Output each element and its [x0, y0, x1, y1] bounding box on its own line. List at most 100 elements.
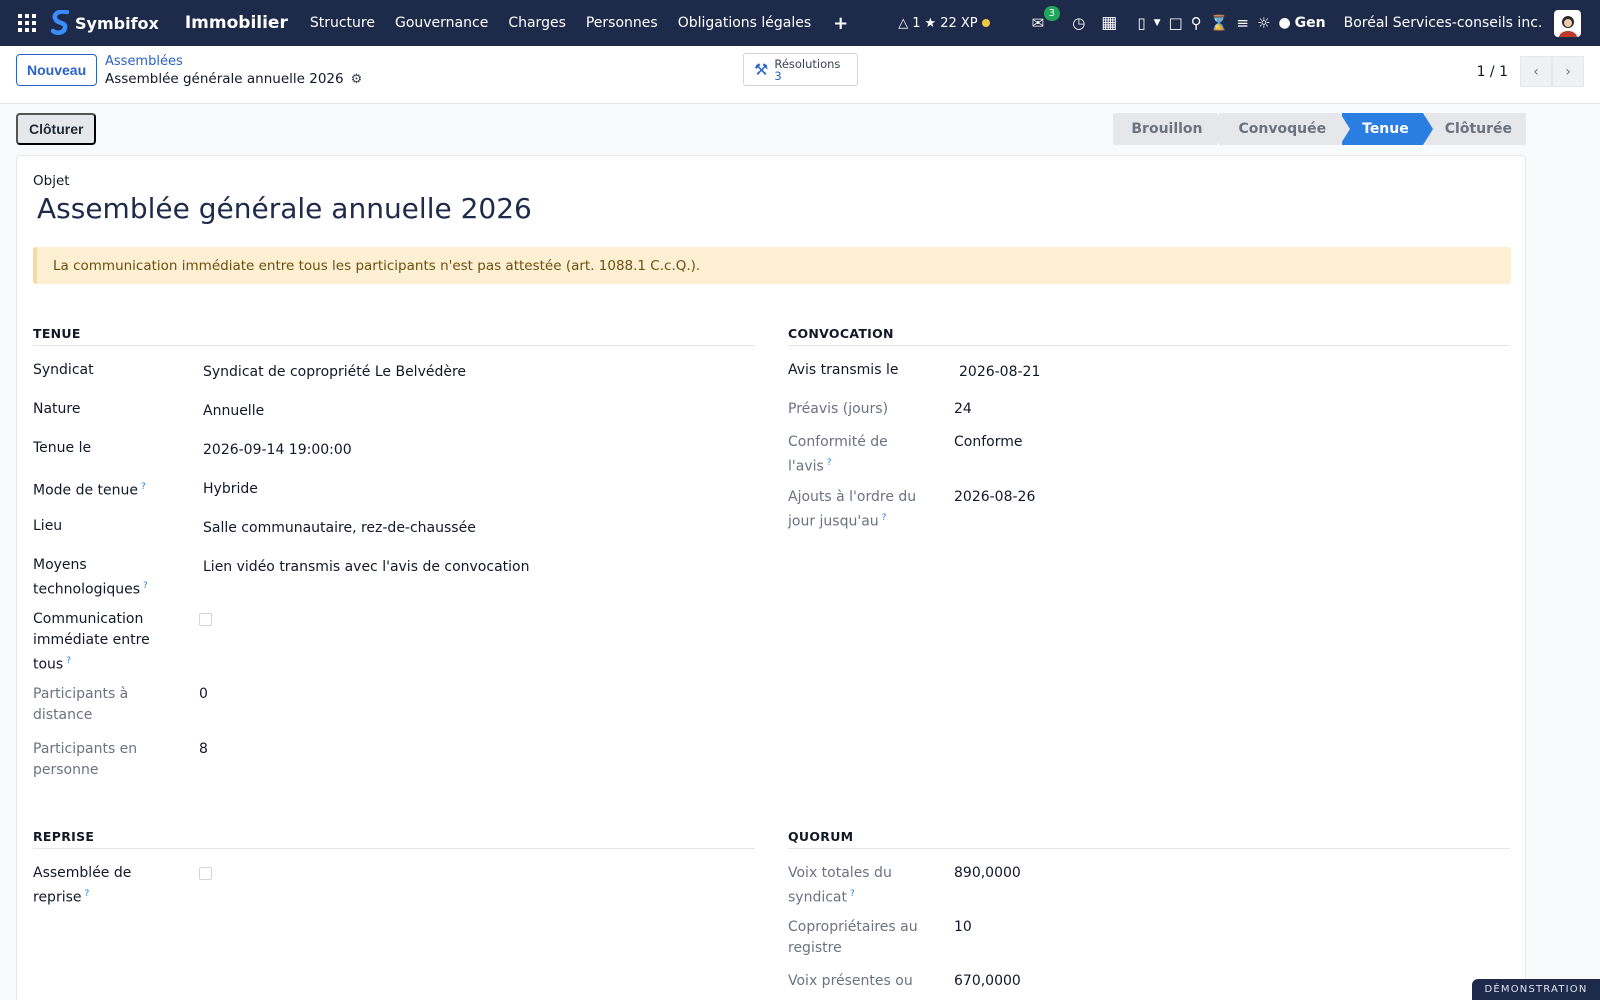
- tenue-le-label: Tenue le: [33, 440, 92, 456]
- breadcrumb-current-label: Assemblée générale annuelle 2026: [105, 71, 344, 87]
- help-icon[interactable]: ?: [85, 889, 90, 899]
- help-icon[interactable]: ?: [66, 656, 71, 666]
- search-icon[interactable]: ⚲: [1191, 14, 1202, 32]
- user-avatar-icon: [1558, 15, 1577, 37]
- new-button[interactable]: Nouveau: [16, 54, 98, 86]
- stage-cloturee[interactable]: Clôturée: [1424, 113, 1526, 145]
- preavis-value: 24: [954, 401, 972, 417]
- filters-icon[interactable]: ≡: [1236, 14, 1249, 32]
- section-title-reprise: REPRISE: [33, 829, 755, 849]
- bug-icon[interactable]: ☼: [1257, 14, 1270, 32]
- ajouts-label: Ajouts à l'ordre du jour jusqu'au?: [788, 489, 917, 530]
- company-switcher[interactable]: Boréal Services-conseils inc.: [1344, 15, 1543, 31]
- reprise-checkbox[interactable]: [199, 867, 212, 880]
- conformite-value: Conforme: [954, 434, 1023, 450]
- section-tenue: TENUE Syndicat Syndicat de copropriété L…: [33, 326, 755, 778]
- pager: 1 / 1 ‹ ›: [1477, 56, 1584, 87]
- gamification-status[interactable]: △ 1 ★ 22 XP: [898, 15, 990, 31]
- moyens-value[interactable]: Lien vidéo transmis avec l'avis de convo…: [203, 557, 529, 578]
- help-icon[interactable]: ?: [141, 482, 146, 492]
- voix-totales-label: Voix totales du syndicat?: [788, 865, 892, 906]
- section-convocation: CONVOCATION Avis transmis le 2026-08-21 …: [788, 326, 1510, 530]
- breadcrumb-current: Assemblée générale annuelle 2026 ⚙: [105, 71, 362, 87]
- avatar[interactable]: [1554, 9, 1582, 37]
- menu-item-personnes[interactable]: Personnes: [586, 15, 658, 31]
- mode-value[interactable]: Hybride: [203, 479, 258, 500]
- top-navbar: Symbifox Immobilier Structure Gouvernanc…: [0, 0, 1600, 46]
- conformite-label: Conformité de l'avis?: [788, 434, 888, 475]
- chat-bubble-icon: ●: [1278, 15, 1291, 31]
- xp-value: 22 XP: [940, 15, 978, 31]
- distance-value: 0: [199, 686, 208, 702]
- tenue-le-value[interactable]: 2026-09-14 19:00:00: [203, 440, 352, 461]
- help-icon[interactable]: ?: [882, 513, 887, 523]
- gen-assistant[interactable]: ● Gen: [1278, 15, 1325, 31]
- notes-icon[interactable]: □: [1169, 14, 1183, 32]
- menu-item-charges[interactable]: Charges: [508, 15, 566, 31]
- personne-label: Participants en personne: [33, 741, 138, 778]
- activity-clock-icon[interactable]: ◷: [1072, 14, 1085, 32]
- add-menu-icon[interactable]: +: [833, 13, 848, 34]
- avis-label: Avis transmis le: [788, 362, 899, 378]
- star-icon: ★: [924, 15, 937, 31]
- help-icon[interactable]: ?: [827, 458, 832, 468]
- messages-icon[interactable]: ✉ 3: [1032, 6, 1060, 32]
- nature-value[interactable]: Annuelle: [203, 401, 264, 422]
- coproprietaires-value: 10: [954, 919, 972, 935]
- section-quorum: QUORUM Voix totales du syndicat? 890,0000…: [788, 829, 1510, 989]
- help-icon[interactable]: ?: [143, 581, 148, 591]
- menu-item-obligations[interactable]: Obligations légales: [678, 15, 811, 31]
- pager-value[interactable]: 1 / 1: [1477, 64, 1508, 80]
- inbox-icon[interactable]: ▯: [1137, 14, 1145, 32]
- brand-name: Symbifox: [75, 13, 159, 33]
- section-reprise: REPRISE Assemblée de reprise?: [33, 829, 755, 906]
- symbifox-logo-icon: [50, 10, 70, 35]
- syndicat-value[interactable]: Syndicat de copropriété Le Belvédère: [203, 362, 466, 383]
- brand-logo[interactable]: Symbifox: [50, 10, 159, 36]
- voix-presentes-label: Voix présentes ou: [788, 973, 913, 989]
- communication-checkbox[interactable]: [199, 613, 212, 626]
- ajouts-value: 2026-08-26: [954, 489, 1036, 505]
- mode-label: Mode de tenue?: [33, 482, 146, 499]
- lieu-value[interactable]: Salle communautaire, rez-de-chaussée: [203, 518, 476, 539]
- stage-convoquee[interactable]: Convoquée: [1218, 113, 1351, 145]
- avis-value[interactable]: 2026-08-21: [959, 362, 1040, 383]
- help-icon[interactable]: ?: [850, 889, 855, 899]
- apps-grid-icon[interactable]: [18, 14, 36, 32]
- breadcrumb-parent-link[interactable]: Assemblées: [105, 54, 362, 69]
- communication-label: Communication immédiate entre tous?: [33, 611, 150, 673]
- coproprietaires-label: Copropriétaires au registre: [788, 919, 918, 956]
- preavis-label: Préavis (jours): [788, 401, 889, 417]
- moyens-label: Moyens technologiques?: [33, 557, 148, 598]
- demo-ribbon: DÉMONSTRATION: [1472, 979, 1600, 1000]
- module-name[interactable]: Immobilier: [185, 13, 288, 33]
- warning-alert: La communication immédiate entre tous le…: [33, 247, 1511, 284]
- menu-item-gouvernance[interactable]: Gouvernance: [395, 15, 488, 31]
- close-assembly-button[interactable]: Clôturer: [16, 113, 97, 145]
- page-title[interactable]: Assemblée générale annuelle 2026: [37, 192, 532, 225]
- messages-badge: 3: [1043, 6, 1060, 21]
- voix-presentes-value: 670,0000: [954, 973, 1021, 989]
- form-sheet: Objet Assemblée générale annuelle 2026 L…: [16, 155, 1526, 1000]
- voix-totales-value: 890,0000: [954, 865, 1021, 881]
- stage-brouillon[interactable]: Brouillon: [1113, 113, 1227, 145]
- calculator-icon[interactable]: ▦: [1101, 13, 1117, 33]
- stage-tenue[interactable]: Tenue: [1342, 113, 1433, 145]
- object-label: Objet: [33, 173, 70, 189]
- menu-item-structure[interactable]: Structure: [310, 15, 375, 31]
- gear-icon[interactable]: ⚙: [351, 72, 363, 87]
- resolutions-smart-button[interactable]: ⚒ Résolutions 3: [743, 53, 858, 86]
- systray: ✉ 3 ◷ ▦ ▯ ▼ □ ⚲ ⌛ ≡ ☼: [1032, 6, 1270, 33]
- pager-next-icon[interactable]: ›: [1552, 56, 1584, 87]
- lieu-label: Lieu: [33, 518, 63, 534]
- streak-count: 1: [912, 15, 921, 31]
- chevron-down-icon[interactable]: ▼: [1154, 18, 1161, 28]
- section-title-convocation: CONVOCATION: [788, 326, 1510, 346]
- pager-previous-icon[interactable]: ‹: [1520, 56, 1552, 87]
- section-title-tenue: TENUE: [33, 326, 755, 346]
- smart-button-label: Résolutions: [774, 56, 841, 71]
- personne-value: 8: [199, 741, 208, 757]
- nature-label: Nature: [33, 401, 81, 417]
- hourglass-icon[interactable]: ⌛: [1210, 14, 1229, 32]
- main-menu: Structure Gouvernance Charges Personnes …: [310, 15, 831, 31]
